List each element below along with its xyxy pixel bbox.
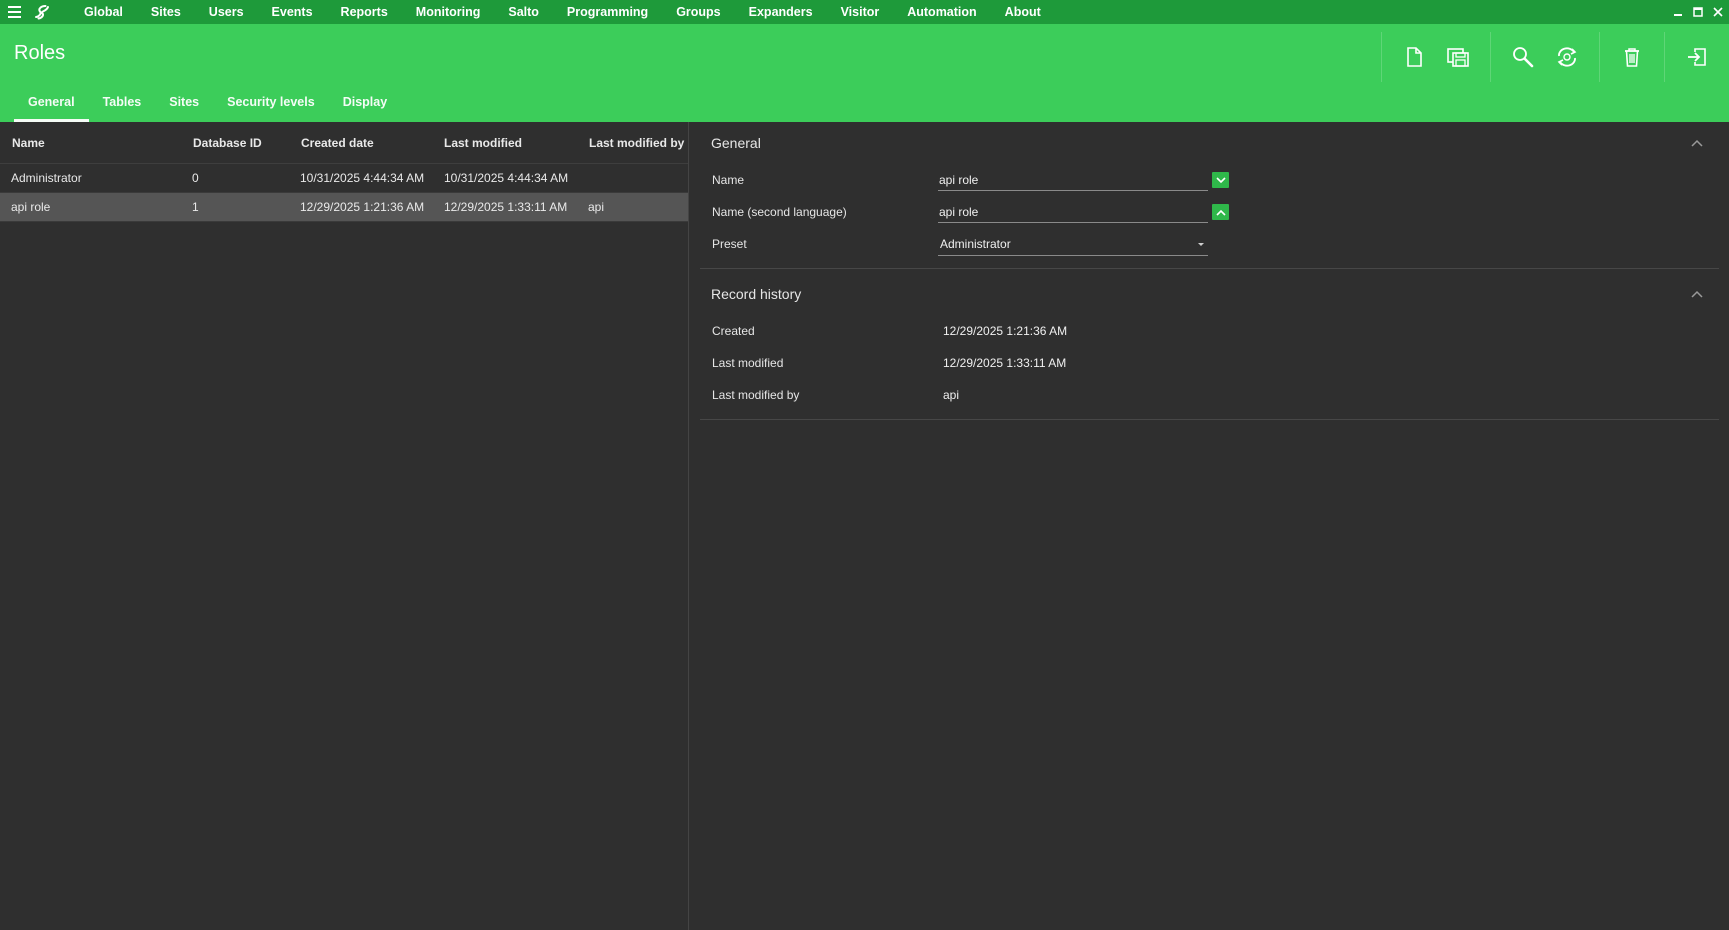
general-section: Name Name (second language) Preset Admin… [700,164,1719,269]
menu-item-visitor[interactable]: Visitor [827,0,894,24]
cell-last-modified: 12/29/2025 1:33:11 AM [444,200,568,214]
tab-security-levels[interactable]: Security levels [213,84,329,122]
hamburger-menu-icon[interactable] [0,0,28,24]
toolbar [1381,32,1729,82]
menu-bar: Global Sites Users Events Reports Monitoring S… [0,0,1729,24]
created-label: Created [712,324,755,338]
menu-item-salto[interactable]: Salto [494,0,553,24]
new-document-icon[interactable] [1392,37,1436,77]
menu-item-reports[interactable]: Reports [327,0,402,24]
menu-item-monitoring[interactable]: Monitoring [402,0,495,24]
cell-name: api role [11,200,51,214]
last-modified-label: Last modified [712,356,784,370]
menu-item-events[interactable]: Events [258,0,327,24]
column-header-name[interactable]: Name [0,136,180,150]
page-header: Roles General Tables Sites Security leve… [0,24,1729,122]
last-modified-by-row: Last modified by api [700,379,1719,411]
close-icon[interactable] [1711,5,1725,19]
name-second-language-field-row: Name (second language) [700,196,1719,228]
record-history-section-header: Record history [700,273,1719,315]
menu-item-programming[interactable]: Programming [553,0,662,24]
menu-item-sites[interactable]: Sites [137,0,195,24]
last-modified-row: Last modified 12/29/2025 1:33:11 AM [700,347,1719,379]
menu-item-about[interactable]: About [991,0,1055,24]
cell-last-modified-by: api [588,200,605,214]
maximize-icon[interactable] [1691,5,1705,19]
name-field-row: Name [700,164,1719,196]
preset-select[interactable]: Administrator [938,232,1208,256]
column-header-database-id[interactable]: Database ID [180,136,288,150]
column-header-last-modified[interactable]: Last modified [432,136,576,150]
last-modified-by-value: api [943,388,960,402]
general-section-header: General [700,122,1719,164]
cell-database-id: 0 [192,171,199,185]
name-second-language-label: Name (second language) [712,205,847,219]
table-row[interactable]: api role 1 12/29/2025 1:21:36 AM 12/29/2025… [0,193,688,222]
save-icon[interactable] [1436,37,1480,77]
search-icon[interactable] [1501,37,1545,77]
chevron-up-icon[interactable] [1687,133,1707,153]
table-header: Name Database ID Created date Last modif… [0,122,688,164]
record-history-title: Record history [711,286,802,302]
preset-label: Preset [712,237,747,251]
general-section-title: General [711,135,761,151]
created-row: Created 12/29/2025 1:21:36 AM [700,315,1719,347]
record-history-section: Created 12/29/2025 1:21:36 AM Last modif… [700,315,1719,420]
details-panel: General Name Name (second language) Pres… [700,122,1719,930]
last-modified-by-label: Last modified by [712,388,800,402]
tab-sites[interactable]: Sites [155,84,213,122]
tab-bar: General Tables Sites Security levels Display [14,84,401,122]
last-modified-value: 12/29/2025 1:33:11 AM [943,356,1067,370]
cell-created-date: 10/31/2025 4:44:34 AM [300,171,425,185]
menu-item-users[interactable]: Users [195,0,258,24]
minimize-icon[interactable] [1671,5,1685,19]
cell-last-modified: 10/31/2025 4:44:34 AM [444,171,569,185]
dropdown-arrow-icon [1196,237,1206,251]
cell-database-id: 1 [192,200,199,214]
created-value: 12/29/2025 1:21:36 AM [943,324,1068,338]
column-header-last-modified-by[interactable]: Last modified by [576,136,686,150]
column-header-created-date[interactable]: Created date [288,136,432,150]
chevron-up-icon[interactable] [1212,204,1229,220]
preset-value: Administrator [940,236,1011,251]
name-label: Name [712,173,745,187]
name-input[interactable] [938,169,1208,191]
menu-item-automation[interactable]: Automation [893,0,990,24]
tab-display[interactable]: Display [329,84,401,122]
tab-general[interactable]: General [14,84,89,122]
chevron-up-icon[interactable] [1687,284,1707,304]
salto-logo-icon [28,0,56,24]
roles-table: Name Database ID Created date Last modif… [0,122,689,930]
menu-item-groups[interactable]: Groups [662,0,734,24]
menu-item-expanders[interactable]: Expanders [735,0,827,24]
page-title: Roles [14,42,66,64]
cell-created-date: 12/29/2025 1:21:36 AM [300,200,425,214]
cell-name: Administrator [11,171,82,185]
tab-tables[interactable]: Tables [89,84,156,122]
name-second-language-input[interactable] [938,201,1208,223]
menu-item-global[interactable]: Global [70,0,137,24]
refresh-icon[interactable] [1545,37,1589,77]
preset-field-row: Preset Administrator [700,228,1719,260]
chevron-down-icon[interactable] [1212,172,1229,188]
table-row[interactable]: Administrator 0 10/31/2025 4:44:34 AM 10/31… [0,164,688,193]
exit-icon[interactable] [1675,37,1719,77]
delete-icon[interactable] [1610,37,1654,77]
